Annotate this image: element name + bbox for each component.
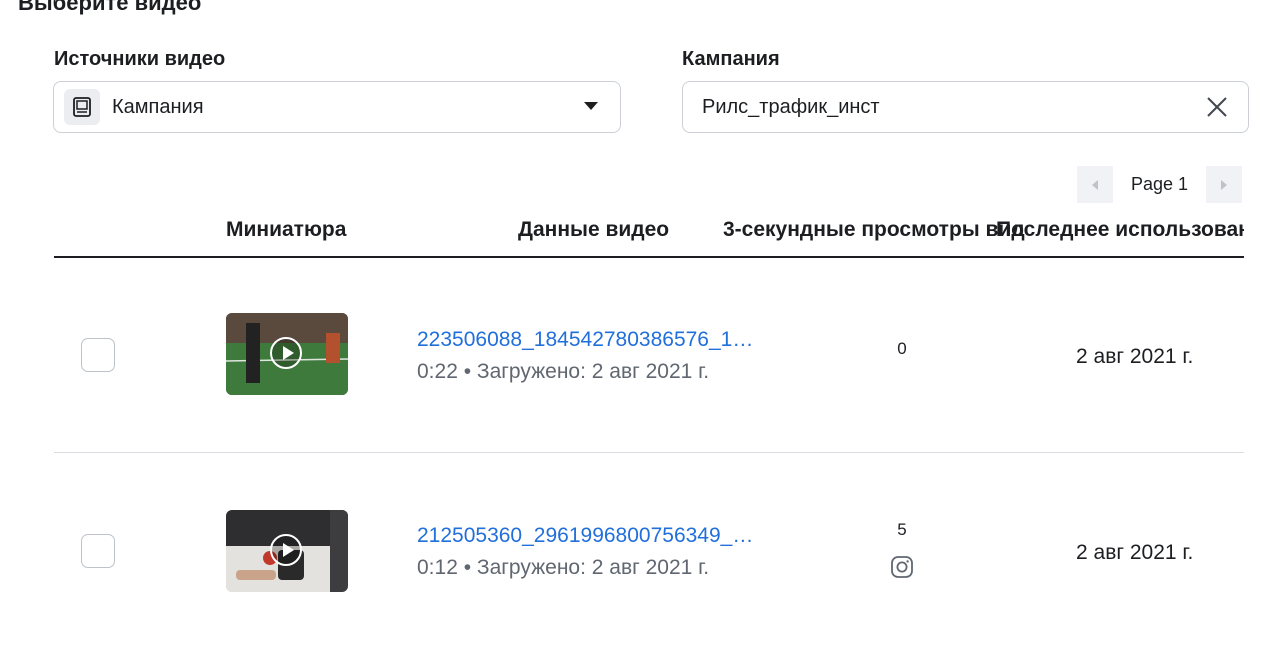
- video-meta: 0:12 • Загружено: 2 авг 2021 г.: [417, 556, 710, 579]
- sources-selected-value: Кампания: [112, 95, 204, 118]
- pagination: Page 1: [1077, 166, 1243, 203]
- chevron-right-icon: [1221, 179, 1228, 190]
- video-name-link[interactable]: 223506088_184542780386576_1…: [417, 328, 753, 352]
- header-divider: [54, 256, 1244, 258]
- last-used-date: 2 авг 2021 г.: [1076, 541, 1194, 564]
- play-icon: [270, 337, 302, 369]
- campaign-label: Кампания: [682, 48, 780, 70]
- row-checkbox[interactable]: [81, 338, 115, 372]
- video-name-link[interactable]: 212505360_2961996800756349_…: [417, 524, 753, 548]
- prev-page-button[interactable]: [1077, 166, 1113, 203]
- video-meta: 0:22 • Загружено: 2 авг 2021 г.: [417, 360, 710, 383]
- video-thumbnail[interactable]: [226, 313, 348, 395]
- campaign-field[interactable]: Рилс_трафик_инст: [682, 81, 1249, 133]
- chevron-left-icon: [1092, 179, 1098, 190]
- row-divider: [54, 452, 1244, 453]
- column-header-views: 3-секундные просмотры вид: [723, 218, 1025, 241]
- row-checkbox[interactable]: [81, 534, 115, 568]
- monitor-icon: [64, 89, 100, 125]
- next-page-button[interactable]: [1206, 166, 1243, 203]
- sources-select[interactable]: Кампания: [53, 81, 621, 133]
- last-used-date: 2 авг 2021 г.: [1076, 345, 1194, 368]
- play-icon: [270, 534, 302, 566]
- campaign-value: Рилс_трафик_инст: [702, 95, 880, 118]
- views-count: 0: [897, 339, 907, 358]
- page-title: Выберите видео: [18, 0, 202, 15]
- close-icon[interactable]: [1206, 96, 1228, 118]
- page-indicator: Page 1: [1131, 174, 1189, 194]
- column-header-video-data: Данные видео: [518, 218, 670, 241]
- instagram-icon: [891, 556, 913, 578]
- video-thumbnail[interactable]: [226, 510, 348, 592]
- chevron-down-icon: [584, 102, 598, 110]
- views-count: 5: [897, 520, 907, 539]
- sources-label: Источники видео: [54, 48, 226, 70]
- column-header-thumbnail: Миниатюра: [226, 218, 347, 241]
- column-header-last-used: Последнее использовани: [996, 218, 1244, 241]
